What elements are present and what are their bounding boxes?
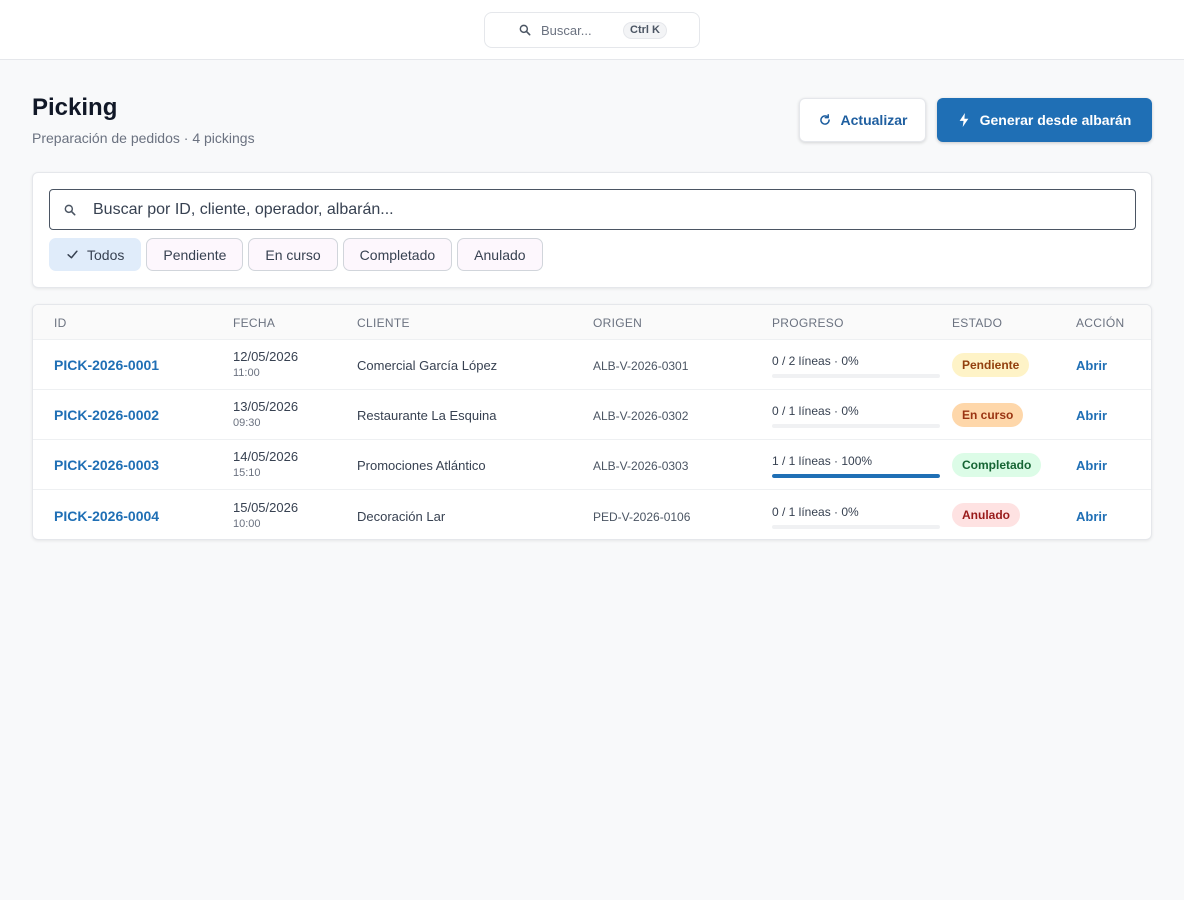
progress-text: 0 / 1 líneas · 0%	[772, 404, 859, 418]
column-header-cliente: CLIENTE	[357, 316, 410, 330]
progress-cell: 1 / 1 líneas · 100%	[772, 454, 940, 478]
picking-time: 10:00	[233, 518, 261, 530]
picking-date: 14/05/2026	[233, 449, 299, 464]
filter-chip-label: Completado	[359, 246, 436, 263]
filter-chip-completado[interactable]: Completado	[342, 238, 453, 271]
origin-document: ALB-V-2026-0302	[593, 409, 689, 423]
filter-chip-label: Pendiente	[163, 246, 227, 263]
column-header-origen: ORIGEN	[593, 316, 643, 330]
picking-search-box	[49, 189, 1136, 230]
client-name: Promociones Atlántico	[357, 458, 486, 473]
global-search-placeholder: Buscar...	[541, 23, 592, 38]
filter-chip-en-curso[interactable]: En curso	[248, 238, 338, 271]
open-picking-link[interactable]: Abrir	[1076, 458, 1107, 473]
progress-bar	[772, 424, 940, 428]
table-header: ID FECHA CLIENTE ORIGEN PROGRESO ESTADO …	[33, 305, 1151, 339]
picking-id-link[interactable]: PICK-2026-0002	[54, 407, 159, 423]
picking-time: 11:00	[233, 367, 260, 379]
progress-bar	[772, 525, 940, 529]
open-picking-link[interactable]: Abrir	[1076, 358, 1107, 373]
picking-id-link[interactable]: PICK-2026-0003	[54, 457, 159, 473]
status-badge: En curso	[952, 403, 1024, 427]
open-picking-link[interactable]: Abrir	[1076, 509, 1107, 524]
date-cell: 14/05/2026 15:10	[233, 449, 298, 479]
status-badge: Completado	[952, 453, 1042, 477]
check-icon	[67, 250, 78, 259]
progress-bar-fill	[772, 474, 940, 478]
page-title: Picking	[32, 94, 118, 121]
progress-cell: 0 / 2 líneas · 0%	[772, 354, 940, 378]
client-name: Comercial García López	[357, 358, 498, 373]
picking-search-input[interactable]	[93, 190, 1123, 229]
filter-chip-label: Anulado	[474, 246, 526, 263]
filter-panel: Todos Pendiente En curso Completado Anul…	[32, 172, 1152, 288]
page-subtitle: Preparación de pedidos · 4 pickings	[32, 130, 255, 146]
filter-chip-anulado[interactable]: Anulado	[457, 238, 543, 271]
search-icon	[519, 24, 531, 36]
picking-time: 09:30	[233, 417, 261, 429]
top-bar: Buscar... Ctrl K	[0, 0, 1184, 60]
progress-text: 1 / 1 líneas · 100%	[772, 454, 873, 468]
refresh-button[interactable]: Actualizar	[799, 98, 926, 142]
filter-chip-label: Todos	[87, 246, 125, 263]
origin-document: ALB-V-2026-0301	[593, 359, 689, 373]
picking-date: 12/05/2026	[233, 349, 299, 364]
search-icon	[64, 204, 76, 216]
date-cell: 13/05/2026 09:30	[233, 399, 298, 429]
filter-chip-todos[interactable]: Todos	[49, 238, 142, 271]
column-header-accion: ACCIÓN	[1076, 316, 1125, 330]
client-name: Restaurante La Esquina	[357, 408, 497, 423]
table-row: PICK-2026-0003 14/05/2026 15:10 Promocio…	[33, 439, 1151, 489]
generate-from-delivery-note-button[interactable]: Generar desde albarán	[937, 98, 1152, 142]
origin-document: ALB-V-2026-0303	[593, 459, 689, 473]
picking-table: ID FECHA CLIENTE ORIGEN PROGRESO ESTADO …	[32, 304, 1152, 540]
progress-cell: 0 / 1 líneas · 0%	[772, 505, 940, 529]
picking-id-link[interactable]: PICK-2026-0004	[54, 508, 159, 524]
table-row: PICK-2026-0004 15/05/2026 10:00 Decoraci…	[33, 489, 1151, 539]
table-row: PICK-2026-0002 13/05/2026 09:30 Restaura…	[33, 389, 1151, 439]
status-filter-chips: Todos Pendiente En curso Completado Anul…	[49, 238, 543, 271]
progress-cell: 0 / 1 líneas · 0%	[772, 404, 940, 428]
date-cell: 12/05/2026 11:00	[233, 349, 298, 379]
progress-text: 0 / 2 líneas · 0%	[772, 354, 859, 368]
shortcut-hint: Ctrl K	[623, 22, 667, 39]
open-picking-link[interactable]: Abrir	[1076, 408, 1107, 423]
date-cell: 15/05/2026 10:00	[233, 500, 298, 530]
progress-bar	[772, 374, 940, 378]
table-row: PICK-2026-0001 12/05/2026 11:00 Comercia…	[33, 339, 1151, 389]
client-name: Decoración Lar	[357, 509, 446, 524]
status-badge: Anulado	[952, 503, 1020, 527]
picking-time: 15:10	[233, 467, 261, 479]
picking-id-link[interactable]: PICK-2026-0001	[54, 357, 159, 373]
picking-date: 13/05/2026	[233, 399, 299, 414]
bolt-icon	[959, 113, 968, 127]
column-header-fecha: FECHA	[233, 316, 276, 330]
generate-label: Generar desde albarán	[979, 112, 1132, 128]
column-header-id: ID	[54, 316, 67, 330]
progress-text: 0 / 1 líneas · 0%	[772, 505, 859, 519]
filter-chip-pendiente[interactable]: Pendiente	[146, 238, 244, 271]
origin-document: PED-V-2026-0106	[593, 510, 691, 524]
global-search[interactable]: Buscar... Ctrl K	[484, 12, 700, 48]
status-badge: Pendiente	[952, 353, 1030, 377]
progress-bar	[772, 474, 940, 478]
column-header-estado: ESTADO	[952, 316, 1003, 330]
refresh-label: Actualizar	[840, 112, 908, 128]
column-header-progreso: PROGRESO	[772, 316, 844, 330]
filter-chip-label: En curso	[265, 246, 321, 263]
refresh-icon	[819, 113, 830, 125]
picking-date: 15/05/2026	[233, 500, 299, 515]
